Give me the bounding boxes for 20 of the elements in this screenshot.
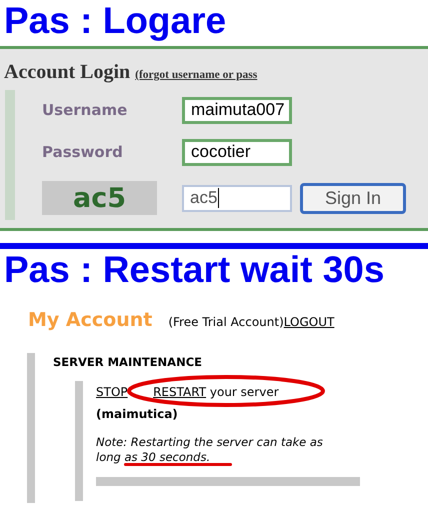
- input-field[interactable]: maimuta007: [182, 96, 292, 124]
- step-title: Pas : Logare: [3, 0, 228, 42]
- account-heading: My Account: [28, 309, 152, 331]
- sign-in-button[interactable]: Sign In: [300, 182, 406, 214]
- stop-link[interactable]: STOP: [96, 385, 128, 399]
- input-field[interactable]: cocotier: [182, 138, 292, 166]
- captcha-field[interactable]: ac5: [182, 184, 292, 212]
- action-text: your server: [210, 385, 279, 399]
- step-title: Pas : Restart wait 30s: [3, 249, 386, 291]
- field-label: Password: [42, 143, 124, 162]
- captcha-image: ac5: [42, 181, 157, 216]
- logout-link[interactable]: LOGOUT: [284, 315, 334, 329]
- forgot-link[interactable]: (forgot username or pass: [135, 69, 258, 81]
- login-heading: Account Login: [4, 61, 130, 84]
- field-label: Username: [42, 101, 128, 120]
- plan-label: (Free Trial Account): [168, 315, 284, 329]
- server-name: (maimutica): [96, 407, 178, 421]
- section-heading: SERVER MAINTENANCE: [53, 354, 204, 369]
- restart-link[interactable]: RESTART: [153, 385, 206, 399]
- note-text: Note: Restarting the server can take as long as 30 seconds.: [96, 435, 336, 465]
